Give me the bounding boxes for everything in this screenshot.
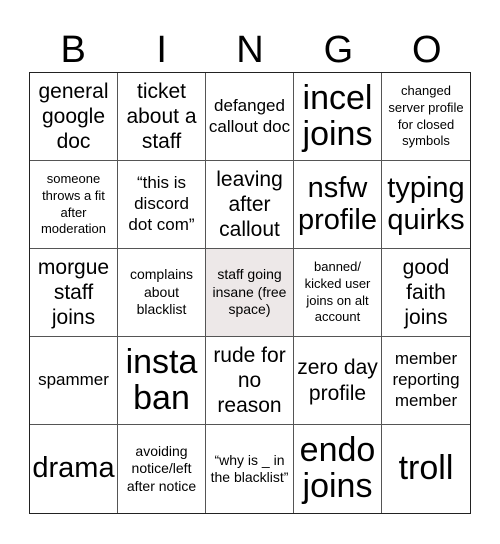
- bingo-cell[interactable]: general google doc: [30, 73, 118, 161]
- bingo-cell-free-space[interactable]: staff going insane (free space): [206, 249, 294, 337]
- bingo-cell-text: someone throws a fit after moderation: [40, 171, 107, 237]
- bingo-cell-text: complains about blacklist: [129, 266, 194, 318]
- bingo-cell[interactable]: morgue staff joins: [30, 249, 118, 337]
- bingo-cell[interactable]: drama: [30, 425, 118, 513]
- bingo-cell-text: zero day profile: [297, 356, 378, 405]
- bingo-cell[interactable]: “why is _ in the blacklist”: [206, 425, 294, 513]
- bingo-cell[interactable]: someone throws a fit after moderation: [30, 161, 118, 249]
- header-letter-b: B: [60, 29, 86, 71]
- bingo-cell[interactable]: typing quirks: [382, 161, 470, 249]
- header-letter-g: G: [323, 29, 354, 71]
- bingo-cell-text: insta ban: [125, 342, 198, 417]
- bingo-cell-text: drama: [32, 452, 115, 485]
- bingo-cell[interactable]: rude for no reason: [206, 337, 294, 425]
- bingo-cell-text: leaving after callout: [216, 167, 283, 242]
- bingo-grid: general google doc ticket about a staff de…: [29, 72, 471, 514]
- bingo-cell-text: ticket about a staff: [126, 79, 197, 154]
- bingo-cell[interactable]: incel joins: [294, 73, 382, 161]
- bingo-cell-text: spammer: [38, 370, 109, 390]
- bingo-cell[interactable]: nsfw profile: [294, 161, 382, 249]
- bingo-cell-text: rude for no reason: [213, 343, 286, 418]
- bingo-cell[interactable]: defanged callout doc: [206, 73, 294, 161]
- bingo-cell-text: defanged callout doc: [208, 95, 291, 136]
- bingo-cell-text: avoiding notice/left after notice: [126, 442, 197, 494]
- bingo-header: B I N G O: [29, 28, 471, 72]
- bingo-cell[interactable]: leaving after callout: [206, 161, 294, 249]
- bingo-cell[interactable]: complains about blacklist: [118, 249, 206, 337]
- bingo-cell-text: nsfw profile: [298, 171, 377, 236]
- bingo-cell-text: typing quirks: [387, 171, 465, 236]
- bingo-cell[interactable]: member reporting member: [382, 337, 470, 425]
- bingo-cell-text: member reporting member: [392, 349, 460, 410]
- bingo-cell-text: good faith joins: [402, 255, 450, 330]
- bingo-cell-text: troll: [398, 449, 454, 488]
- header-letter-i: I: [156, 29, 167, 71]
- header-letter-o: O: [412, 29, 442, 71]
- bingo-cell[interactable]: spammer: [30, 337, 118, 425]
- bingo-cell[interactable]: zero day profile: [294, 337, 382, 425]
- bingo-cell[interactable]: changed server profile for closed symbol…: [382, 73, 470, 161]
- bingo-cell[interactable]: “this is discord dot com”: [118, 161, 206, 249]
- bingo-cell[interactable]: banned/ kicked user joins on alt account: [294, 249, 382, 337]
- bingo-cell-text: “why is _ in the blacklist”: [210, 451, 289, 486]
- bingo-cell-text: changed server profile for closed symbol…: [388, 83, 464, 149]
- bingo-cell-text: banned/ kicked user joins on alt account: [304, 259, 371, 325]
- bingo-cell[interactable]: endo joins: [294, 425, 382, 513]
- bingo-cell-text: “this is discord dot com”: [128, 173, 195, 234]
- bingo-cell[interactable]: troll: [382, 425, 470, 513]
- bingo-cell-text: morgue staff joins: [37, 255, 110, 330]
- bingo-cell[interactable]: insta ban: [118, 337, 206, 425]
- bingo-cell[interactable]: good faith joins: [382, 249, 470, 337]
- header-letter-n: N: [236, 29, 264, 71]
- bingo-cell-text: endo joins: [299, 431, 376, 505]
- bingo-cell[interactable]: avoiding notice/left after notice: [118, 425, 206, 513]
- bingo-cell-text: staff going insane (free space): [212, 266, 287, 318]
- bingo-cell[interactable]: ticket about a staff: [118, 73, 206, 161]
- bingo-cell-text: incel joins: [302, 78, 373, 153]
- bingo-cell-text: general google doc: [38, 79, 109, 154]
